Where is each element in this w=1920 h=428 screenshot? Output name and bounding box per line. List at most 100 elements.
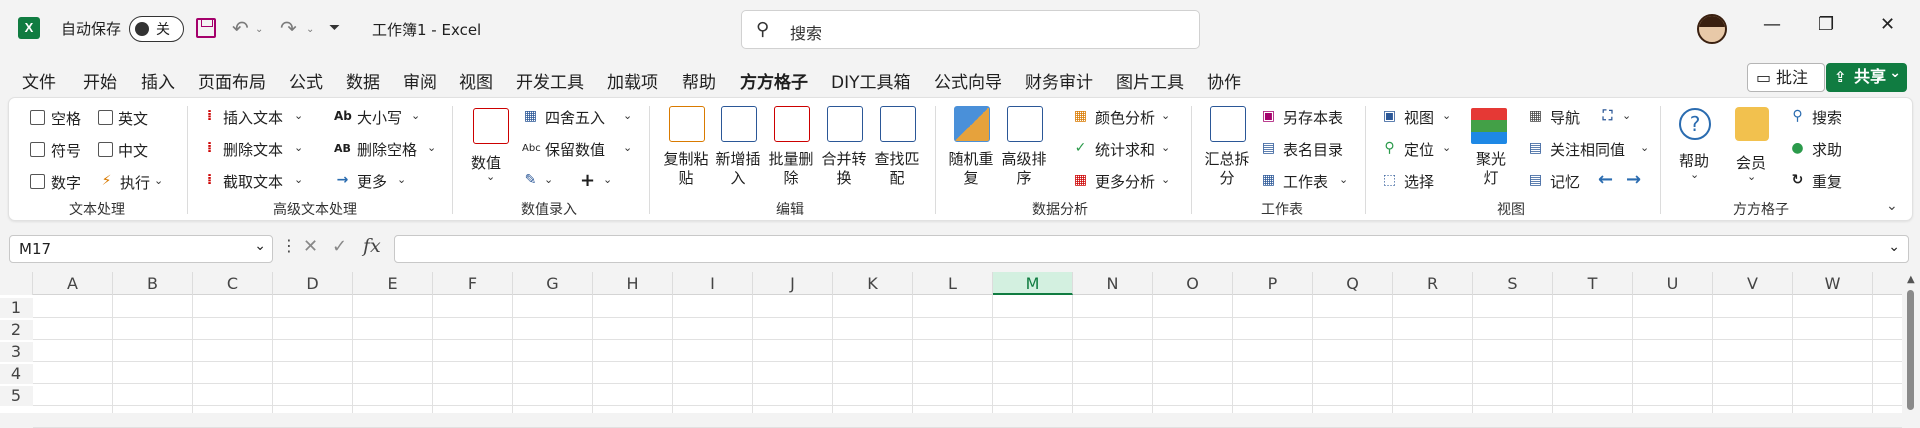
- name-box[interactable]: M17 ⌄: [9, 235, 273, 263]
- tab-home[interactable]: 开始: [83, 68, 117, 93]
- batch-delete-button[interactable]: 批量删除: [766, 150, 816, 188]
- spreadsheet-grid[interactable]: A B C D E F G H I J K L M N O P Q R S T …: [0, 272, 1920, 428]
- tab-finance-audit[interactable]: 财务审计: [1025, 68, 1093, 93]
- tab-file[interactable]: 文件: [22, 68, 56, 93]
- extract-text-button[interactable]: 截取文本: [223, 171, 283, 192]
- sheet-index-button[interactable]: 表名目录: [1283, 139, 1343, 160]
- worksheet-button[interactable]: 工作表: [1283, 171, 1328, 192]
- restore-icon[interactable]: ❐: [1818, 14, 1834, 35]
- row-header[interactable]: 5: [0, 386, 33, 406]
- chevron-down-icon[interactable]: ⌄: [1442, 109, 1451, 122]
- chevron-down-icon[interactable]: ⌄: [1161, 141, 1170, 154]
- merge-convert-button[interactable]: 合并转换: [819, 150, 869, 188]
- find-match-button[interactable]: 查找匹配: [872, 150, 922, 188]
- tab-developer[interactable]: 开发工具: [516, 68, 584, 93]
- redo-icon[interactable]: ↷: [280, 16, 297, 40]
- checkbox-space[interactable]: [30, 110, 45, 125]
- column-header[interactable]: U: [1633, 272, 1713, 295]
- checkbox-number[interactable]: [30, 174, 45, 189]
- memory-button[interactable]: 记忆: [1550, 171, 1580, 192]
- copy-paste-button[interactable]: 复制粘贴: [661, 150, 711, 188]
- tab-formula-wizard[interactable]: 公式向导: [934, 68, 1002, 93]
- checkbox-chinese[interactable]: [98, 142, 113, 157]
- cancel-icon[interactable]: ✕: [303, 236, 318, 257]
- chevron-down-icon[interactable]: ⌄: [1622, 109, 1631, 122]
- random-repeat-button[interactable]: 随机重复: [946, 150, 996, 188]
- row-header[interactable]: 2: [0, 320, 33, 340]
- comment-button[interactable]: 批注: [1747, 63, 1825, 92]
- column-header[interactable]: O: [1153, 272, 1233, 295]
- checkbox-symbol[interactable]: [30, 142, 45, 157]
- column-header[interactable]: C: [193, 272, 273, 295]
- chevron-down-icon[interactable]: ⌄: [623, 141, 632, 154]
- chevron-down-icon[interactable]: ⌄: [1690, 168, 1699, 181]
- chevron-down-icon[interactable]: ⌄: [294, 109, 303, 122]
- column-header[interactable]: L: [913, 272, 993, 295]
- add-insert-button[interactable]: 新增插入: [713, 150, 763, 188]
- column-header[interactable]: W: [1793, 272, 1873, 295]
- chevron-down-icon[interactable]: ⌄: [411, 109, 420, 122]
- delete-text-button[interactable]: 删除文本: [223, 139, 283, 160]
- scrollbar-thumb[interactable]: [1907, 290, 1914, 410]
- column-header[interactable]: E: [353, 272, 433, 295]
- tab-view[interactable]: 视图: [459, 68, 493, 93]
- select-all-corner[interactable]: [0, 272, 33, 295]
- tab-diy-toolbox[interactable]: DIY工具箱: [831, 68, 911, 93]
- save-sheet-button[interactable]: 另存本表: [1283, 107, 1343, 128]
- case-button[interactable]: 大小写: [357, 107, 402, 128]
- column-header[interactable]: B: [113, 272, 193, 295]
- more-button[interactable]: 更多: [357, 171, 387, 192]
- column-header[interactable]: S: [1473, 272, 1553, 295]
- chevron-down-icon[interactable]: ⌄: [1161, 109, 1170, 122]
- tab-page-layout[interactable]: 页面布局: [198, 68, 266, 93]
- chevron-down-icon[interactable]: ⌄: [1339, 173, 1348, 186]
- column-header[interactable]: I: [673, 272, 753, 295]
- avatar[interactable]: [1697, 14, 1727, 44]
- customize-toolbar-icon[interactable]: ⏷: [329, 20, 340, 36]
- minimize-icon[interactable]: —: [1763, 14, 1781, 35]
- view-button[interactable]: 视图: [1404, 107, 1434, 128]
- row-header[interactable]: 3: [0, 342, 33, 362]
- repeat-button[interactable]: 重复: [1812, 171, 1842, 192]
- edit-icon[interactable]: ✎: [522, 172, 539, 189]
- round-button[interactable]: 四舍五入: [545, 107, 605, 128]
- expand-formula-icon[interactable]: ⌄: [1888, 239, 1900, 255]
- chevron-down-icon[interactable]: ⌄: [294, 141, 303, 154]
- close-icon[interactable]: ✕: [1880, 14, 1895, 35]
- column-header[interactable]: R: [1393, 272, 1473, 295]
- chevron-down-icon[interactable]: ⌄: [1747, 170, 1756, 183]
- column-header[interactable]: F: [433, 272, 513, 295]
- arrow-right-icon[interactable]: →: [1625, 171, 1642, 189]
- color-analysis-button[interactable]: 颜色分析: [1095, 107, 1155, 128]
- column-header[interactable]: V: [1713, 272, 1793, 295]
- tab-insert[interactable]: 插入: [141, 68, 175, 93]
- advanced-sort-button[interactable]: 高级排序: [999, 150, 1049, 188]
- tab-image-tools[interactable]: 图片工具: [1116, 68, 1184, 93]
- chevron-down-icon[interactable]: ⌄: [1442, 141, 1451, 154]
- column-header[interactable]: D: [273, 272, 353, 295]
- autosave-toggle[interactable]: 关: [129, 16, 184, 42]
- remove-space-button[interactable]: 删除空格: [357, 139, 417, 160]
- scroll-up-icon[interactable]: ▲: [1907, 274, 1915, 285]
- column-header[interactable]: G: [513, 272, 593, 295]
- locate-button[interactable]: 定位: [1404, 139, 1434, 160]
- redo-dropdown-icon[interactable]: ⌄: [306, 24, 314, 35]
- chevron-down-icon[interactable]: ⌄: [1640, 141, 1649, 154]
- collapse-ribbon-icon[interactable]: ⌄: [1886, 198, 1898, 214]
- spotlight-button[interactable]: 聚光灯: [1473, 150, 1509, 188]
- column-header[interactable]: H: [593, 272, 673, 295]
- select-button[interactable]: 选择: [1404, 171, 1434, 192]
- row-header[interactable]: 4: [0, 364, 33, 384]
- chevron-down-icon[interactable]: ⌄: [427, 141, 436, 154]
- vertical-scrollbar[interactable]: ▲: [1902, 272, 1920, 413]
- tab-addins[interactable]: 加载项: [607, 68, 658, 93]
- undo-icon[interactable]: ↶: [232, 16, 249, 40]
- enter-icon[interactable]: ✓: [332, 236, 347, 257]
- chevron-down-icon[interactable]: ⌄: [603, 173, 612, 186]
- search-box[interactable]: ⚲ 搜索: [741, 10, 1200, 49]
- execute-button[interactable]: 执行: [120, 172, 150, 193]
- column-header[interactable]: J: [753, 272, 833, 295]
- chevron-down-icon[interactable]: ⌄: [397, 173, 406, 186]
- tab-help[interactable]: 帮助: [682, 68, 716, 93]
- chevron-down-icon[interactable]: ⌄: [486, 170, 495, 183]
